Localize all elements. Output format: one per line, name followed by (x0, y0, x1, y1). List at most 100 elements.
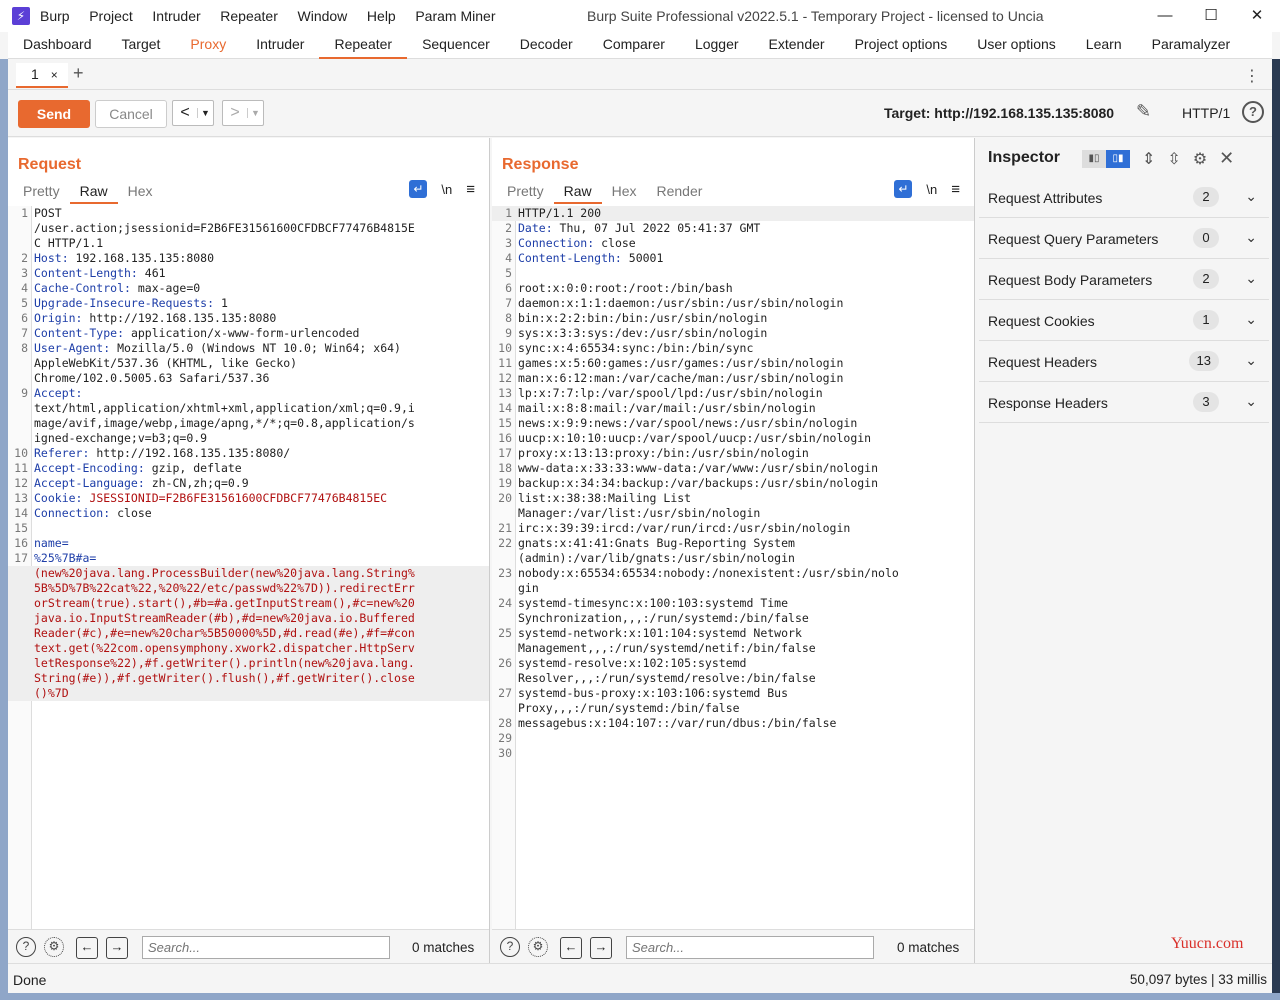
dropdown-arrow-icon[interactable]: ▼ (247, 108, 263, 118)
inspector-section[interactable]: Request Attributes 2 ⌄ (979, 178, 1269, 218)
search-prev-icon[interactable]: ← (560, 937, 582, 959)
line-number: 13 (498, 386, 512, 400)
minimize-icon[interactable]: — (1142, 0, 1188, 32)
expand-all-icon[interactable]: ⇕ (1142, 149, 1155, 169)
cancel-button[interactable]: Cancel (95, 100, 167, 128)
more-options-icon[interactable]: ⋮ (1244, 66, 1260, 86)
tab-proxy[interactable]: Proxy (175, 32, 241, 59)
help-icon[interactable]: ? (500, 937, 520, 957)
tab-learn[interactable]: Learn (1071, 32, 1137, 59)
tab-close-icon[interactable]: × (51, 68, 58, 82)
tab-paramalyzer[interactable]: Paramalyzer (1137, 32, 1246, 59)
request-tab-pretty[interactable]: Pretty (13, 182, 70, 204)
chevron-down-icon[interactable]: ⌄ (1245, 393, 1257, 410)
tab-decoder[interactable]: Decoder (505, 32, 588, 59)
menu-repeater[interactable]: Repeater (220, 8, 278, 24)
tab-user-options[interactable]: User options (962, 32, 1071, 59)
word-wrap-icon[interactable]: ↵ (894, 180, 913, 198)
header-value: uucp:x:10:10:uucp:/var/spool/uucp:/usr/s… (518, 431, 872, 445)
header-value: 192.168.135.135:8080 (68, 251, 215, 265)
inspector-tools: ▮▯ ▯▮ ⇕ ⇳ ⚙ ✕ (1082, 148, 1234, 169)
header-key: Referer: (34, 446, 90, 460)
collapse-all-icon[interactable]: ⇳ (1167, 149, 1180, 169)
help-icon[interactable]: ? (16, 937, 36, 957)
menu-icon[interactable]: ≡ (466, 181, 475, 198)
menu-help[interactable]: Help (367, 8, 396, 24)
chevron-down-icon[interactable]: ⌄ (1245, 229, 1257, 246)
tab-comparer[interactable]: Comparer (588, 32, 680, 59)
request-line: 3 Content-Length: 461 (8, 266, 489, 281)
chevron-down-icon[interactable]: ⌄ (1245, 352, 1257, 369)
settings-gear-icon[interactable]: ⚙ (44, 937, 64, 957)
request-tab-hex[interactable]: Hex (118, 182, 163, 204)
maximize-icon[interactable]: ☐ (1188, 0, 1234, 32)
inspector-section[interactable]: Request Query Parameters 0 ⌄ (979, 219, 1269, 259)
line-content: Upgrade-Insecure-Requests: 1 (32, 296, 228, 311)
history-forward-button[interactable]: > ▼ (222, 100, 264, 126)
response-tab-render[interactable]: Render (647, 182, 713, 204)
menu-icon[interactable]: ≡ (951, 181, 960, 198)
inspector-section[interactable]: Request Headers 13 ⌄ (979, 342, 1269, 382)
response-tab-hex[interactable]: Hex (602, 182, 647, 204)
request-search-input[interactable] (142, 936, 390, 959)
line-content: gnats:x:41:41:Gnats Bug-Reporting System (516, 536, 795, 551)
word-wrap-icon[interactable]: ↵ (409, 180, 428, 198)
http-version-label[interactable]: HTTP/1 (1182, 105, 1230, 121)
line-content: ()%7D (32, 686, 69, 701)
inspector-section[interactable]: Response Headers 3 ⌄ (979, 383, 1269, 423)
inspector-section-count: 2 (1193, 269, 1219, 289)
line-number (8, 371, 32, 386)
inspector-section[interactable]: Request Body Parameters 2 ⌄ (979, 260, 1269, 300)
menu-project[interactable]: Project (89, 8, 133, 24)
search-next-icon[interactable]: → (590, 937, 612, 959)
response-tab-pretty[interactable]: Pretty (497, 182, 554, 204)
tab-project-options[interactable]: Project options (840, 32, 963, 59)
request-tab-raw[interactable]: Raw (69, 182, 118, 204)
search-next-icon[interactable]: → (106, 937, 128, 959)
tab-target[interactable]: Target (107, 32, 176, 59)
edit-target-icon[interactable]: ✎ (1136, 101, 1151, 122)
response-search-input[interactable] (626, 936, 874, 959)
inspector-layout-left-icon[interactable]: ▮▯ (1082, 149, 1106, 168)
header-value: news:x:9:9:news:/var/spool/news:/usr/sbi… (518, 416, 858, 430)
close-inspector-icon[interactable]: ✕ (1219, 148, 1234, 169)
menu-burp[interactable]: Burp (40, 8, 70, 24)
search-prev-icon[interactable]: ← (76, 937, 98, 959)
menu-window[interactable]: Window (298, 8, 348, 24)
line-content: Cache-Control: max-age=0 (32, 281, 200, 296)
tab-repeater[interactable]: Repeater (319, 32, 408, 59)
dropdown-arrow-icon[interactable]: ▼ (197, 108, 213, 118)
response-tab-raw[interactable]: Raw (553, 182, 602, 204)
newline-toggle-icon[interactable]: \n (441, 182, 452, 197)
inspector-section[interactable]: Request Cookies 1 ⌄ (979, 301, 1269, 341)
line-content: list:x:38:38:Mailing List (516, 491, 691, 506)
chevron-down-icon[interactable]: ⌄ (1245, 311, 1257, 328)
line-content: Reader(#c),#e=new%20char%5B50000%5D,#d.r… (32, 626, 415, 641)
header-value: Reader(#c),#e=new%20char%5B50000%5D,#d.r… (34, 626, 415, 640)
inspector-layout-right-icon[interactable]: ▯▮ (1106, 149, 1130, 168)
menu-param-miner[interactable]: Param Miner (415, 8, 495, 24)
menu-intruder[interactable]: Intruder (152, 8, 200, 24)
line-content: backup:x:34:34:backup:/var/backups:/usr/… (516, 476, 878, 491)
send-button[interactable]: Send (18, 100, 90, 128)
repeater-tab-1[interactable]: 1 × (16, 63, 68, 88)
tab-extender[interactable]: Extender (754, 32, 840, 59)
newline-toggle-icon[interactable]: \n (926, 182, 937, 197)
chevron-down-icon[interactable]: ⌄ (1245, 270, 1257, 287)
tab-sequencer[interactable]: Sequencer (407, 32, 505, 59)
settings-gear-icon[interactable]: ⚙ (528, 937, 548, 957)
settings-gear-icon[interactable]: ⚙ (1193, 149, 1207, 169)
header-value: backup:x:34:34:backup:/var/backups:/usr/… (518, 476, 879, 490)
help-icon[interactable]: ? (1242, 101, 1264, 123)
tab-logger[interactable]: Logger (680, 32, 754, 59)
close-icon[interactable]: ✕ (1234, 0, 1280, 32)
request-editor[interactable]: 1 POST/user.action;jsessionid=F2B6FE31561… (8, 206, 489, 929)
line-number (8, 671, 32, 686)
line-number: 28 (498, 716, 512, 730)
response-editor[interactable]: 1 HTTP/1.1 200 2 Date: Thu, 07 Jul 2022 05:… (492, 206, 974, 929)
tab-intruder[interactable]: Intruder (241, 32, 319, 59)
chevron-down-icon[interactable]: ⌄ (1245, 188, 1257, 205)
add-tab-icon[interactable]: + (73, 63, 84, 84)
tab-dashboard[interactable]: Dashboard (8, 32, 107, 59)
history-back-button[interactable]: < ▼ (172, 100, 214, 126)
